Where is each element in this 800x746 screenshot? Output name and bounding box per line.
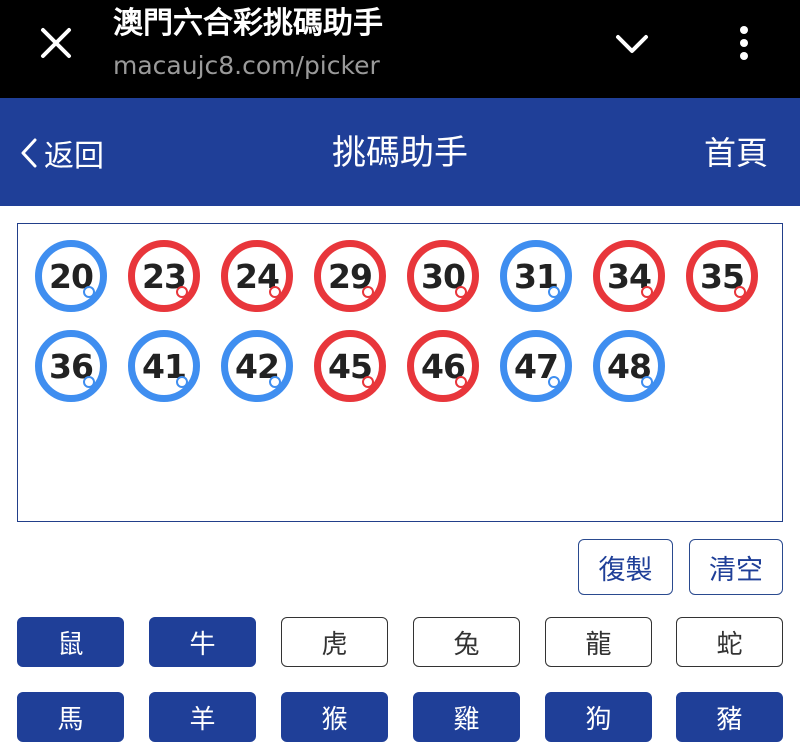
clear-button[interactable]: 清空 (689, 539, 783, 595)
ball-highlight (362, 286, 374, 298)
page-title: 挑碼助手 (332, 133, 468, 173)
ball-highlight (176, 376, 188, 388)
browser-page-title: 澳門六合彩挑碼助手 (113, 6, 383, 41)
chevron-left-icon (21, 138, 37, 168)
more-vertical-icon (740, 26, 748, 60)
close-icon (41, 28, 71, 58)
back-label: 返回 (44, 139, 104, 174)
zodiac-button[interactable]: 龍 (545, 617, 652, 667)
ball-highlight (548, 376, 560, 388)
number-ball[interactable]: 45 (314, 330, 386, 402)
zodiac-button[interactable]: 兔 (413, 617, 520, 667)
browser-url[interactable]: macaujc8.com/picker (113, 50, 380, 82)
number-ball[interactable]: 48 (593, 330, 665, 402)
zodiac-button[interactable]: 蛇 (676, 617, 783, 667)
zodiac-button[interactable]: 虎 (281, 617, 388, 667)
ball-highlight (455, 376, 467, 388)
number-ball[interactable]: 41 (128, 330, 200, 402)
back-button[interactable]: 返回 (20, 128, 104, 178)
ball-highlight (641, 376, 653, 388)
ball-highlight (362, 376, 374, 388)
zodiac-button[interactable]: 羊 (149, 692, 256, 742)
home-button[interactable]: 首頁 (704, 128, 768, 178)
zodiac-button[interactable]: 豬 (676, 692, 783, 742)
ball-highlight (83, 376, 95, 388)
ball-highlight (734, 286, 746, 298)
number-ball[interactable]: 35 (686, 240, 758, 312)
ball-highlight (641, 286, 653, 298)
ball-highlight (269, 286, 281, 298)
picked-numbers-panel: 20 23 24 29 30 31 34 35 36 41 42 45 46 47 48 (17, 223, 783, 522)
number-ball[interactable]: 24 (221, 240, 293, 312)
ball-highlight (176, 286, 188, 298)
zodiac-button[interactable]: 鼠 (17, 617, 124, 667)
number-ball[interactable]: 23 (128, 240, 200, 312)
chevron-down-icon (616, 35, 648, 53)
ball-highlight (269, 376, 281, 388)
ball-grid: 20 23 24 29 30 31 34 35 36 41 42 45 46 47 48 (35, 240, 775, 402)
number-ball[interactable]: 29 (314, 240, 386, 312)
ball-highlight (548, 286, 560, 298)
number-ball[interactable]: 36 (35, 330, 107, 402)
zodiac-button[interactable]: 牛 (149, 617, 256, 667)
app-header: 返回 挑碼助手 首頁 (0, 98, 800, 206)
number-ball[interactable]: 42 (221, 330, 293, 402)
zodiac-button[interactable]: 狗 (545, 692, 652, 742)
number-ball[interactable]: 30 (407, 240, 479, 312)
close-button[interactable] (30, 20, 82, 66)
zodiac-button[interactable]: 猴 (281, 692, 388, 742)
number-ball[interactable]: 20 (35, 240, 107, 312)
more-options-button[interactable] (722, 18, 766, 68)
browser-bar: 澳門六合彩挑碼助手 macaujc8.com/picker (0, 0, 800, 98)
zodiac-button[interactable]: 馬 (17, 692, 124, 742)
number-ball[interactable]: 34 (593, 240, 665, 312)
number-ball[interactable]: 47 (500, 330, 572, 402)
number-ball[interactable]: 31 (500, 240, 572, 312)
ball-highlight (83, 286, 95, 298)
zodiac-button[interactable]: 雞 (413, 692, 520, 742)
number-ball[interactable]: 46 (407, 330, 479, 402)
copy-button[interactable]: 復製 (578, 539, 673, 595)
expand-button[interactable] (606, 22, 658, 66)
ball-highlight (455, 286, 467, 298)
